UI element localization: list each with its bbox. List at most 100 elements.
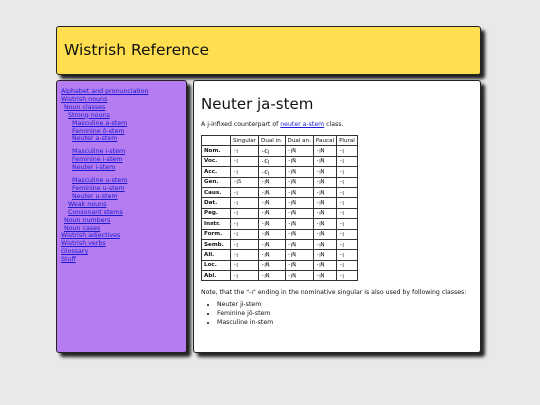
table-cell: -ꞁꞐ (312, 259, 338, 272)
sidebar-link[interactable]: Glossary (61, 248, 182, 256)
case-label: Gen. (201, 176, 231, 188)
table-cell: -ꞁ (336, 145, 358, 157)
page-header: Wistrish Reference (56, 26, 481, 75)
table-cell: -ꞁꞐ (284, 228, 314, 240)
table-cell: -ꞁꞐ (312, 155, 338, 168)
table-cell: -ꞁꞐ (284, 218, 314, 230)
table-cell: -ꞁS (229, 176, 260, 188)
table-cell: -ꞁꞐ (312, 207, 338, 220)
table-cell: -ꞁꞐ (284, 145, 314, 157)
sidebar-nav: Alphabet and pronunciation Wistrish nouns… (56, 80, 187, 353)
case-label: All. (201, 249, 231, 261)
case-label: Caus. (201, 186, 231, 199)
column-header: Plural (336, 134, 358, 147)
column-header: Paucal (312, 134, 338, 147)
page-title: Neuter ja-stem (201, 95, 314, 113)
column-header (201, 134, 231, 147)
table-cell: -Ꞓꞁ (258, 166, 286, 178)
table-cell: -ꞁ (336, 228, 358, 240)
table-cell: -ꞁ (229, 207, 260, 220)
sidebar-link[interactable]: Strong nouns (61, 112, 182, 120)
intro-prefix: A j-infixed counterpart of (201, 121, 281, 128)
table-cell: -ꞁ (336, 218, 358, 230)
neuter-a-stem-link[interactable]: neuter a-stem (280, 121, 324, 128)
case-label: Semb. (201, 238, 231, 251)
column-header: Dual an. (284, 134, 314, 147)
case-label: Dat. (201, 197, 231, 209)
table-cell: -ꞁ (336, 259, 358, 272)
sidebar-link[interactable]: Noun cases (61, 225, 182, 233)
table-cell: -ꞁꞐ (312, 228, 338, 240)
table-cell: -ꞁꞐ (312, 176, 338, 188)
table-row: Form. -ꞁ -ꞁꞐ -ꞁꞐ -ꞁꞐ -ꞁ (201, 228, 358, 240)
table-cell: -ꞁꞐ (284, 270, 314, 282)
table-cell: -ꞁꞐ (258, 259, 286, 272)
sidebar-link[interactable]: Alphabet and pronunciation (61, 88, 182, 96)
table-cell: -ꞁꞐ (284, 197, 314, 209)
column-header: Singular (229, 134, 260, 147)
table-cell: -ꞁꞐ (258, 207, 286, 220)
table-row: Voc. -ꞁ -Ꞓꞁ -ꞁꞐ -ꞁꞐ -ꞁ (201, 155, 358, 168)
table-cell: -ꞁꞐ (258, 228, 286, 240)
table-cell: -ꞁ (229, 145, 260, 157)
sidebar-link[interactable]: Weak nouns (61, 201, 182, 209)
table-cell: -ꞁꞐ (284, 176, 314, 188)
case-label: Instr. (201, 218, 231, 230)
sidebar-link[interactable]: Noun classes (61, 104, 182, 112)
sidebar-link[interactable]: Wistrish verbs (61, 240, 182, 248)
table-cell: -ꞁꞐ (284, 259, 314, 272)
table-cell: -ꞁ (229, 259, 260, 272)
class-list-item: Neuter ji-stem (217, 300, 473, 309)
table-cell: -ꞁꞐ (312, 186, 338, 199)
site-title: Wistrish Reference (64, 41, 210, 59)
case-label: Voc. (201, 155, 231, 168)
sidebar-link[interactable]: Feminine i-stem (61, 156, 182, 164)
table-cell: -ꞁꞐ (312, 145, 338, 157)
declension-table: Singular Dual in. Dual an. Paucal Plural Nom… (201, 134, 358, 282)
table-cell: -ꞁ (229, 249, 260, 261)
table-cell: -ꞁ (229, 238, 260, 251)
class-list: Neuter ji-stemFeminine jō-stemMasculine … (201, 300, 473, 327)
case-label: Acc. (201, 166, 231, 178)
table-row: Gen. -ꞁS -ꞁꞐ -ꞁꞐ -ꞁꞐ -ꞁ (201, 176, 358, 188)
sidebar-link[interactable]: Stuff (61, 256, 182, 264)
sidebar-link[interactable]: Masculine u-stem (61, 177, 182, 185)
table-cell: -ꞁ (229, 155, 260, 168)
sidebar-link[interactable]: Consonant stems (61, 209, 182, 217)
case-label: Peg. (201, 207, 231, 220)
table-cell: -ꞁ (336, 197, 358, 209)
table-cell: -ꞁ (336, 249, 358, 261)
table-cell: -ꞁꞐ (312, 197, 338, 209)
table-cell: -ꞁꞐ (258, 197, 286, 209)
sidebar-link[interactable]: Neuter i-stem (61, 164, 182, 172)
table-cell: -ꞁ (229, 218, 260, 230)
table-cell: -ꞁ (229, 166, 260, 178)
table-row: Caus. -ꞁ -ꞁꞐ -ꞁꞐ -ꞁꞐ -ꞁ (201, 186, 358, 199)
table-cell: -ꞁꞐ (312, 218, 338, 230)
column-header: Dual in. (258, 134, 286, 147)
sidebar-link[interactable]: Wistrish adjectives (61, 232, 182, 240)
table-cell: -ꞁꞐ (284, 186, 314, 199)
table-cell: -ꞁ (336, 238, 358, 251)
sidebar-link[interactable]: Masculine a-stem (61, 120, 182, 128)
table-cell: -ꞁꞐ (284, 249, 314, 261)
table-cell: -ꞁ (336, 270, 358, 282)
class-list-item: Masculine in-stem (217, 318, 473, 327)
table-cell: -ꞁꞐ (258, 238, 286, 251)
sidebar-link[interactable]: Wistrish nouns (61, 96, 182, 104)
sidebar-link[interactable]: Neuter a-stem (61, 135, 182, 143)
sidebar-link[interactable]: Feminine ō-stem (61, 128, 182, 136)
sidebar-link[interactable]: Masculine i-stem (61, 148, 182, 156)
table-cell: -ꞁꞐ (312, 249, 338, 261)
table-cell: -ꞁꞐ (312, 166, 338, 178)
table-cell: -ꞁ (229, 228, 260, 240)
table-cell: -ꞁꞐ (258, 218, 286, 230)
table-cell: -ꞁ (229, 197, 260, 209)
sidebar-link[interactable]: Neuter u-stem (61, 193, 182, 201)
sidebar-link[interactable]: Feminine u-stem (61, 185, 182, 193)
sidebar-link[interactable]: Noun numbers (61, 217, 182, 225)
table-cell: -ꞁꞐ (258, 249, 286, 261)
class-list-item: Feminine jō-stem (217, 309, 473, 318)
table-cell: -Ꞓꞁ (258, 155, 286, 168)
intro-suffix: class. (324, 121, 344, 128)
